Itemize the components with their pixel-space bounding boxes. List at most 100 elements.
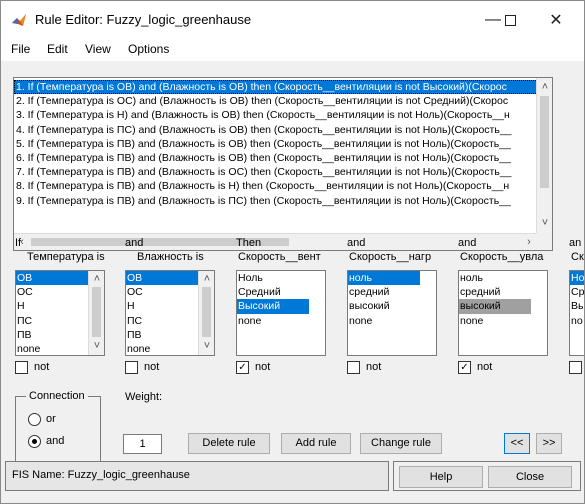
connective-label: If <box>15 237 22 249</box>
menu-edit[interactable]: Edit <box>47 42 68 56</box>
antecedent-temperature-column: If Температура is ОВ ОС Н ПС ПВ none ˄ ˅… <box>15 237 115 375</box>
maximize-icon <box>504 14 516 26</box>
rule-editor-window: Rule Editor: Fuzzy_logic_greenhause — ✕ … <box>0 0 585 504</box>
not-checkbox[interactable] <box>347 361 360 374</box>
close-button[interactable]: Close <box>488 466 572 488</box>
connective-label: Then <box>236 237 262 249</box>
close-window-button[interactable]: ✕ <box>533 1 579 39</box>
listbox-scrollbar[interactable]: ˄ ˅ <box>88 271 104 355</box>
weight-label: Weight: <box>125 391 163 403</box>
menu-options[interactable]: Options <box>128 42 169 56</box>
not-checkbox-row[interactable]: not <box>15 361 115 375</box>
chevron-up-icon[interactable]: ˄ <box>538 80 552 94</box>
scroll-thumb[interactable] <box>92 287 101 337</box>
chevron-down-icon[interactable]: ˅ <box>90 339 104 353</box>
list-item[interactable]: Высокий <box>237 299 309 314</box>
delete-rule-button[interactable]: Delete rule <box>188 433 270 454</box>
chevron-up-icon[interactable]: ˄ <box>200 272 214 286</box>
rule-item[interactable]: 3. If (Температура is Н) and (Влажность … <box>14 108 538 122</box>
list-item[interactable]: no <box>570 314 584 328</box>
variable-label: Скорость__нагр <box>349 251 432 263</box>
list-item[interactable]: высокий <box>459 299 531 314</box>
chevron-down-icon[interactable]: ˅ <box>200 339 214 353</box>
checkmark-icon: ✓ <box>238 362 247 373</box>
not-checkbox[interactable]: ✓ <box>458 361 471 374</box>
not-label: not <box>366 361 382 373</box>
not-checkbox[interactable] <box>125 361 138 374</box>
status-bar: FIS Name: Fuzzy_logic_greenhause <box>5 461 389 491</box>
mf-listbox[interactable]: Но Ср Вь no <box>569 270 584 356</box>
not-checkbox[interactable]: ✓ <box>236 361 249 374</box>
consequent-ventilation-column: Then Скорость__вент Ноль Средний Высокий… <box>236 237 336 375</box>
scroll-thumb[interactable] <box>540 96 549 188</box>
not-checkbox-row[interactable] <box>569 361 584 375</box>
change-rule-button[interactable]: Change rule <box>360 433 442 454</box>
list-item[interactable]: ноль <box>459 271 547 285</box>
rules-lines: 1. If (Температура is ОВ) and (Влажность… <box>14 80 538 230</box>
rules-list[interactable]: 1. If (Температура is ОВ) and (Влажность… <box>13 77 553 251</box>
chevron-up-icon[interactable]: ˄ <box>90 272 104 286</box>
or-label: or <box>46 413 56 425</box>
menu-view[interactable]: View <box>85 42 111 56</box>
consequent-clipped-column: an Ск Но Ср Вь no <box>569 237 584 375</box>
rule-item[interactable]: 4. If (Температура is ПС) and (Влажность… <box>14 123 538 137</box>
mf-listbox[interactable]: ОВ ОС Н ПС ПВ none ˄ ˅ <box>15 270 105 356</box>
list-item[interactable]: none <box>237 314 325 328</box>
list-item[interactable]: Ср <box>570 285 584 299</box>
rule-item[interactable]: 9. If (Температура is ПВ) and (Влажность… <box>14 194 538 208</box>
window-title: Rule Editor: Fuzzy_logic_greenhause <box>35 12 252 27</box>
connective-label: and <box>347 237 366 249</box>
not-label: not <box>34 361 50 373</box>
variable-label: Скорость__вент <box>238 251 321 263</box>
list-item[interactable]: Ноль <box>237 271 325 285</box>
list-item[interactable]: средний <box>459 285 547 299</box>
or-radio[interactable] <box>28 413 41 426</box>
not-checkbox-row[interactable]: ✓ not <box>236 361 336 375</box>
add-rule-button[interactable]: Add rule <box>281 433 351 454</box>
connective-label: and <box>125 237 144 249</box>
connective-label: an <box>569 237 582 249</box>
rule-item[interactable]: 5. If (Температура is ПВ) and (Влажность… <box>14 137 538 151</box>
maximize-button[interactable] <box>490 1 530 39</box>
next-button[interactable]: >> <box>536 433 562 454</box>
chevron-down-icon[interactable]: ˅ <box>538 216 552 230</box>
mf-listbox[interactable]: ноль средний высокий none <box>458 270 548 356</box>
list-item[interactable]: none <box>459 314 547 328</box>
rule-item[interactable]: 2. If (Температура is ОС) and (Влажность… <box>14 94 538 108</box>
mf-listbox[interactable]: Ноль Средний Высокий none <box>236 270 326 356</box>
not-label: not <box>144 361 160 373</box>
not-checkbox[interactable] <box>569 361 582 374</box>
not-checkbox[interactable] <box>15 361 28 374</box>
title-bar: Rule Editor: Fuzzy_logic_greenhause — ✕ <box>1 1 584 39</box>
variable-label: Влажность is <box>137 251 204 263</box>
rules-vertical-scrollbar[interactable]: ˄ ˅ <box>536 78 552 234</box>
checkmark-icon: ✓ <box>460 362 469 373</box>
help-button[interactable]: Help <box>399 466 483 488</box>
list-item[interactable]: Средний <box>237 285 325 299</box>
list-item[interactable]: Но <box>570 271 584 286</box>
not-checkbox-row[interactable]: ✓ not <box>458 361 558 375</box>
rule-item[interactable]: 7. If (Температура is ПВ) and (Влажность… <box>14 165 538 179</box>
mf-listbox[interactable]: ноль средний высокий none <box>347 270 437 356</box>
fis-name: FIS Name: Fuzzy_logic_greenhause <box>12 469 190 481</box>
rule-item[interactable]: 8. If (Температура is ПВ) and (Влажность… <box>14 179 538 193</box>
list-item[interactable]: Вь <box>570 299 584 313</box>
prev-button[interactable]: << <box>504 433 530 454</box>
and-radio[interactable] <box>28 435 41 448</box>
list-item[interactable]: ноль <box>348 271 420 286</box>
mf-listbox[interactable]: ОВ ОС Н ПС ПВ none ˄ ˅ <box>125 270 215 356</box>
weight-input[interactable]: 1 <box>123 434 162 454</box>
list-item[interactable]: средний <box>348 285 436 299</box>
list-item[interactable]: none <box>348 314 436 328</box>
scroll-thumb[interactable] <box>202 287 211 337</box>
not-checkbox-row[interactable]: not <box>347 361 447 375</box>
antecedent-humidity-column: and Влажность is ОВ ОС Н ПС ПВ none ˄ ˅ … <box>125 237 225 375</box>
list-item[interactable]: высокий <box>348 299 436 313</box>
menu-file[interactable]: File <box>11 42 30 56</box>
not-label: not <box>477 361 493 373</box>
not-checkbox-row[interactable]: not <box>125 361 225 375</box>
listbox-scrollbar[interactable]: ˄ ˅ <box>198 271 214 355</box>
rule-item[interactable]: 1. If (Температура is ОВ) and (Влажность… <box>14 80 538 95</box>
variable-label: Скорость__увла <box>460 251 544 263</box>
rule-item[interactable]: 6. If (Температура is ПВ) and (Влажность… <box>14 151 538 165</box>
